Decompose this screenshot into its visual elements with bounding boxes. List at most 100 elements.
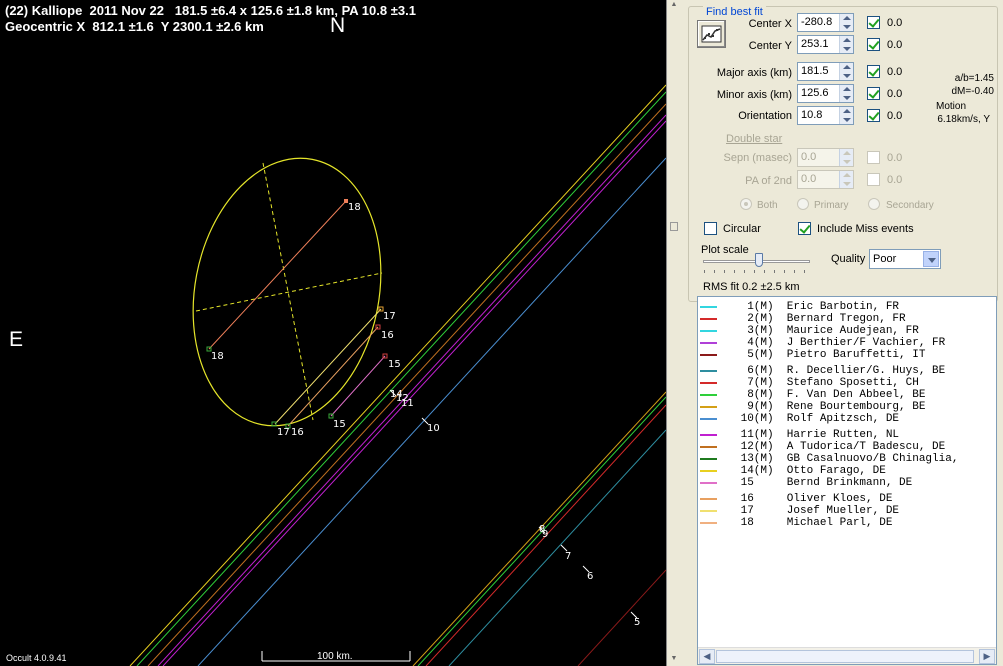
orientation-input[interactable]: 10.8 xyxy=(797,106,854,125)
chord-label: 18 xyxy=(348,202,361,213)
rms-fit-label: RMS fit 0.2 ±2.5 km xyxy=(703,281,800,293)
occultation-plot[interactable]: 18 18 17 16 15 17 16 15 14 12 11 10 9 8 … xyxy=(0,0,666,666)
observer-text: 9(M) Rene Bourtembourg, BE xyxy=(734,401,926,413)
orientation-spinner[interactable] xyxy=(839,107,853,124)
minor-axis-input[interactable]: 125.6 xyxy=(797,84,854,103)
center-y-label: Center Y xyxy=(748,40,792,52)
plot-title-line2: Geocentric X 812.1 ±1.6 Y 2300.1 ±2.6 km xyxy=(5,19,264,34)
major-axis-uncertainty: 0.0 xyxy=(887,66,903,78)
chevron-down-icon[interactable] xyxy=(923,251,939,267)
scroll-thumb[interactable] xyxy=(716,650,974,663)
observer-text: 5(M) Pietro Baruffetti, IT xyxy=(734,349,926,361)
list-item[interactable]: 5(M) Pietro Baruffetti, IT xyxy=(698,349,996,361)
list-item[interactable]: 18 Michael Parl, DE xyxy=(698,517,996,529)
color-swatch xyxy=(700,394,717,396)
major-axis-line xyxy=(262,162,314,421)
find-best-fit-button[interactable] xyxy=(697,20,726,48)
list-item[interactable]: 8(M) F. Van Den Abbeel, BE xyxy=(698,389,996,401)
list-item[interactable]: 16 Oliver Kloes, DE xyxy=(698,493,996,505)
color-swatch xyxy=(700,354,717,356)
chord-18 xyxy=(208,200,347,350)
color-swatch xyxy=(700,342,717,344)
color-swatch xyxy=(700,482,717,484)
center-y-input[interactable]: 253.1 xyxy=(797,35,854,54)
list-item[interactable]: 12(M) A Tudorica/T Badescu, DE xyxy=(698,441,996,453)
quality-select[interactable]: Poor xyxy=(869,249,941,269)
observer-text: 18 Michael Parl, DE xyxy=(734,517,893,529)
major-axis-checkbox[interactable] xyxy=(867,65,880,78)
orientation-checkbox[interactable] xyxy=(867,109,880,122)
list-item[interactable]: 4(M) J Berthier/F Vachier, FR xyxy=(698,337,996,349)
color-swatch xyxy=(700,434,717,436)
radio-primary-label: Primary xyxy=(814,200,849,211)
center-x-checkbox[interactable] xyxy=(867,16,880,29)
sepn-uncertainty: 0.0 xyxy=(887,152,903,164)
list-item[interactable]: 2(M) Bernard Tregon, FR xyxy=(698,313,996,325)
major-axis-spinner[interactable] xyxy=(839,63,853,80)
chord-label: 8 xyxy=(539,524,545,535)
list-item[interactable]: 6(M) R. Decellier/G. Huys, BE xyxy=(698,365,996,377)
color-swatch xyxy=(700,458,717,460)
major-axis-value: 181.5 xyxy=(801,65,829,77)
radio-both-label: Both xyxy=(757,200,778,211)
circular-checkbox[interactable] xyxy=(704,222,717,235)
plot-scale-ticks xyxy=(704,270,809,273)
observer-text: 11(M) Harrie Rutten, NL xyxy=(734,429,900,441)
scroll-right-button[interactable]: ▶ xyxy=(979,649,995,664)
scroll-up-arrow[interactable]: ▲ xyxy=(670,1,678,8)
center-x-spinner[interactable] xyxy=(839,14,853,31)
observer-text: 3(M) Maurice Audejean, FR xyxy=(734,325,919,337)
observer-text: 12(M) A Tudorica/T Badescu, DE xyxy=(734,441,946,453)
include-miss-label: Include Miss events xyxy=(817,223,914,235)
list-item[interactable]: 1(M) Eric Barbotin, FR xyxy=(698,301,996,313)
chord-label: 11 xyxy=(401,398,414,409)
pa2-input: 0.0 xyxy=(797,170,854,189)
list-hscrollbar[interactable]: ◀ ▶ xyxy=(698,647,996,664)
double-star-title: Double star xyxy=(726,133,783,145)
minor-axis-spinner[interactable] xyxy=(839,85,853,102)
chord-label: 17 xyxy=(383,311,396,322)
sepn-input: 0.0 xyxy=(797,148,854,167)
center-y-checkbox[interactable] xyxy=(867,38,880,51)
list-item[interactable]: 17 Josef Mueller, DE xyxy=(698,505,996,517)
scroll-down-arrow[interactable]: ▼ xyxy=(670,655,678,662)
center-y-uncertainty: 0.0 xyxy=(887,39,903,51)
list-item[interactable]: 3(M) Maurice Audejean, FR xyxy=(698,325,996,337)
axis-ratio: a/b=1.45 xyxy=(954,73,994,84)
chord-label: 15 xyxy=(388,359,401,370)
observer-list[interactable]: 1(M) Eric Barbotin, FR 2(M) Bernard Treg… xyxy=(697,296,997,665)
center-x-input[interactable]: -280.8 xyxy=(797,13,854,32)
major-axis-label: Major axis (km) xyxy=(716,67,792,79)
color-swatch xyxy=(700,446,717,448)
radio-both xyxy=(740,198,752,210)
observer-text: 2(M) Bernard Tregon, FR xyxy=(734,313,906,325)
version-label: Occult 4.0.9.41 xyxy=(6,653,67,663)
list-item[interactable]: 10(M) Rolf Apitzsch, DE xyxy=(698,413,996,425)
splitter-grip[interactable] xyxy=(670,222,678,231)
minor-axis-checkbox[interactable] xyxy=(867,87,880,100)
list-item[interactable]: 9(M) Rene Bourtembourg, BE xyxy=(698,401,996,413)
observer-text: 1(M) Eric Barbotin, FR xyxy=(734,301,900,313)
track-10 xyxy=(197,157,666,666)
panel-splitter[interactable]: ▲ ▼ xyxy=(666,0,680,666)
chord-17 xyxy=(274,308,382,425)
center-x-uncertainty: 0.0 xyxy=(887,17,903,29)
observer-text: 6(M) R. Decellier/G. Huys, BE xyxy=(734,365,946,377)
list-item[interactable]: 7(M) Stefano Sposetti, CH xyxy=(698,377,996,389)
pa2-checkbox xyxy=(867,173,880,186)
sepn-spinner xyxy=(839,149,853,166)
chord-label: 16 xyxy=(291,427,304,438)
track-14 xyxy=(129,84,666,666)
observer-text: 7(M) Stefano Sposetti, CH xyxy=(734,377,919,389)
center-y-spinner[interactable] xyxy=(839,36,853,53)
list-item[interactable]: 14(M) Otto Farago, DE xyxy=(698,465,996,477)
list-item[interactable]: 13(M) GB Casalnuovo/B Chinaglia, xyxy=(698,453,996,465)
major-axis-input[interactable]: 181.5 xyxy=(797,62,854,81)
pa2-value: 0.0 xyxy=(801,173,817,185)
list-item[interactable]: 11(M) Harrie Rutten, NL xyxy=(698,429,996,441)
observer-text: 16 Oliver Kloes, DE xyxy=(734,493,893,505)
include-miss-checkbox[interactable] xyxy=(798,222,811,235)
scroll-left-button[interactable]: ◀ xyxy=(699,649,715,664)
list-item[interactable]: 15 Bernd Brinkmann, DE xyxy=(698,477,996,489)
plot-scale-thumb[interactable] xyxy=(755,253,763,267)
